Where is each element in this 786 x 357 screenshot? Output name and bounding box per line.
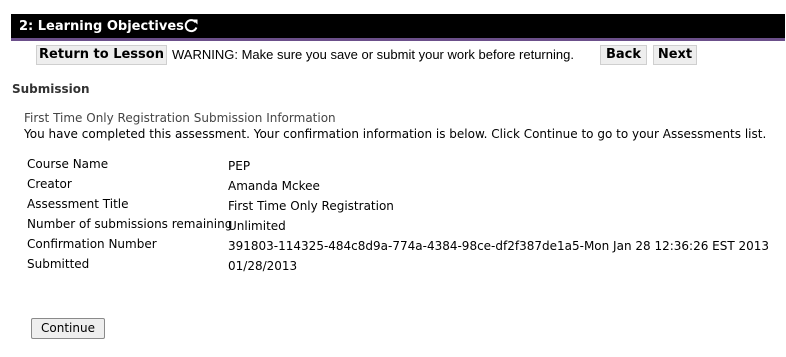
page-header-bar: 2: Learning Objectives bbox=[11, 14, 785, 41]
submission-info-heading: First Time Only Registration Submission … bbox=[24, 111, 336, 125]
info-value: 391803-114325-484c8d9a-774a-4384-98ce-df… bbox=[228, 239, 770, 253]
next-button[interactable]: Next bbox=[653, 45, 697, 65]
refresh-icon[interactable] bbox=[183, 18, 199, 34]
info-label: Confirmation Number bbox=[27, 237, 157, 251]
intro-text: You have completed this assessment. Your… bbox=[24, 127, 767, 141]
return-to-lesson-button[interactable]: Return to Lesson bbox=[36, 45, 167, 65]
info-value: First Time Only Registration bbox=[228, 199, 394, 213]
continue-button[interactable]: Continue bbox=[31, 318, 105, 339]
info-label: Course Name bbox=[27, 157, 109, 171]
info-value: Amanda Mckee bbox=[228, 179, 320, 193]
page-title: 2: Learning Objectives bbox=[19, 19, 184, 34]
info-value: 01/28/2013 bbox=[228, 259, 298, 273]
section-heading: Submission bbox=[12, 82, 90, 96]
info-label: Assessment Title bbox=[27, 197, 129, 211]
info-value: PEP bbox=[228, 159, 251, 173]
lesson-navbar: Return to Lesson WARNING: Make sure you … bbox=[36, 45, 716, 67]
info-label: Creator bbox=[27, 177, 72, 191]
info-label: Number of submissions remaining bbox=[27, 217, 233, 231]
info-value: Unlimited bbox=[228, 219, 286, 233]
warning-text: WARNING: Make sure you save or submit yo… bbox=[172, 47, 574, 62]
info-label: Submitted bbox=[27, 257, 90, 271]
back-button[interactable]: Back bbox=[600, 45, 647, 65]
